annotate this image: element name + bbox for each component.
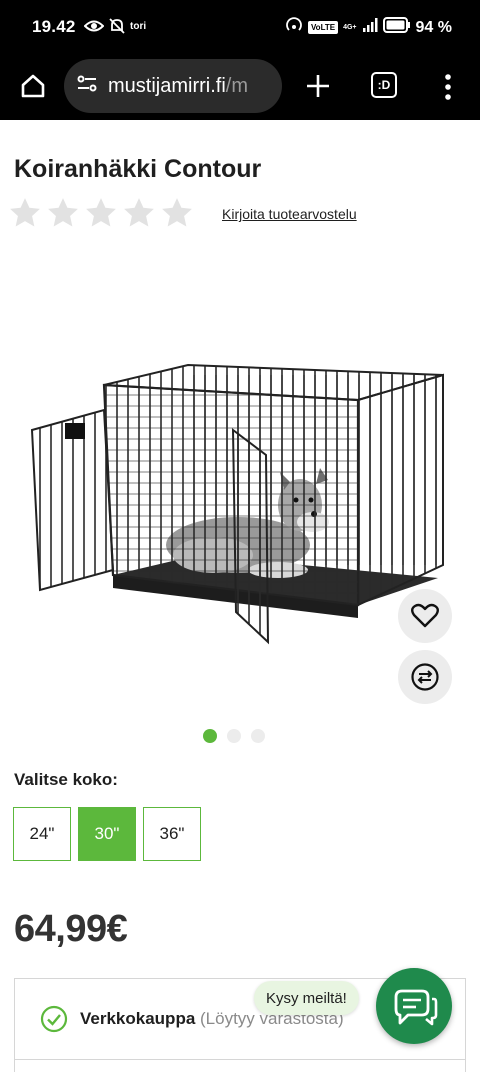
chat-button[interactable] — [376, 968, 452, 1044]
new-tab-button[interactable] — [302, 70, 334, 102]
signal-icon — [362, 17, 378, 38]
url-text: mustijamirri.fi/m — [108, 75, 248, 98]
star-icon[interactable] — [84, 196, 118, 230]
check-circle-icon — [40, 1005, 68, 1033]
product-price: 64,99€ — [14, 908, 128, 950]
heart-icon — [411, 603, 439, 628]
product-image[interactable] — [28, 350, 452, 650]
home-button[interactable] — [16, 69, 50, 103]
home-icon — [21, 74, 45, 98]
plus-icon — [307, 75, 329, 97]
carousel-dot[interactable] — [203, 729, 217, 743]
site-settings-icon[interactable] — [76, 73, 98, 100]
network-type: 4G+ — [343, 23, 357, 31]
rating-stars[interactable] — [8, 196, 194, 230]
star-icon[interactable] — [46, 196, 80, 230]
url-domain: mustijamirri.fi — [108, 74, 226, 97]
star-icon[interactable] — [122, 196, 156, 230]
size-option-button[interactable]: 30" — [78, 807, 136, 861]
address-bar[interactable]: mustijamirri.fi/m — [64, 59, 282, 113]
product-title: Koiranhäkki Contour — [14, 155, 262, 183]
image-carousel-dots — [203, 729, 265, 743]
status-time: 19.42 — [32, 17, 76, 36]
more-vertical-icon — [445, 74, 451, 100]
chat-icon — [394, 989, 438, 1026]
browser-toolbar: mustijamirri.fi/m :D — [0, 54, 480, 120]
star-icon[interactable] — [8, 196, 42, 230]
availability-channel: Verkkokauppa — [80, 1009, 196, 1028]
more-menu-button[interactable] — [438, 70, 458, 104]
star-icon[interactable] — [160, 196, 194, 230]
url-path: /m — [225, 74, 248, 97]
carousel-dot[interactable] — [251, 729, 265, 743]
notification-label: tori — [130, 21, 147, 32]
compare-button[interactable] — [398, 650, 452, 704]
bell-muted-icon — [108, 17, 126, 40]
status-bar: 19.42 tori VoLTE 4G+ 94 % — [0, 0, 480, 54]
write-review-link[interactable]: Kirjoita tuotearvostelu — [222, 206, 357, 222]
wishlist-button[interactable] — [398, 589, 452, 643]
hotspot-icon — [285, 16, 303, 39]
status-icons: VoLTE 4G+ 94 % — [285, 16, 452, 39]
chat-prompt-bubble[interactable]: Kysy meiltä! — [254, 981, 359, 1015]
compare-icon — [411, 663, 439, 691]
availability-divider — [14, 1059, 466, 1060]
carousel-dot[interactable] — [227, 729, 241, 743]
battery-icon — [382, 17, 411, 38]
size-options: 24" 30" 36" — [13, 807, 201, 861]
tab-switcher-button[interactable]: :D — [371, 72, 397, 98]
battery-percent: 94 % — [415, 18, 452, 36]
volte-badge: VoLTE — [307, 21, 339, 34]
eye-icon — [83, 18, 105, 39]
size-option-button[interactable]: 36" — [143, 807, 201, 861]
size-option-button[interactable]: 24" — [13, 807, 71, 861]
size-selector-label: Valitse koko: — [14, 770, 118, 789]
